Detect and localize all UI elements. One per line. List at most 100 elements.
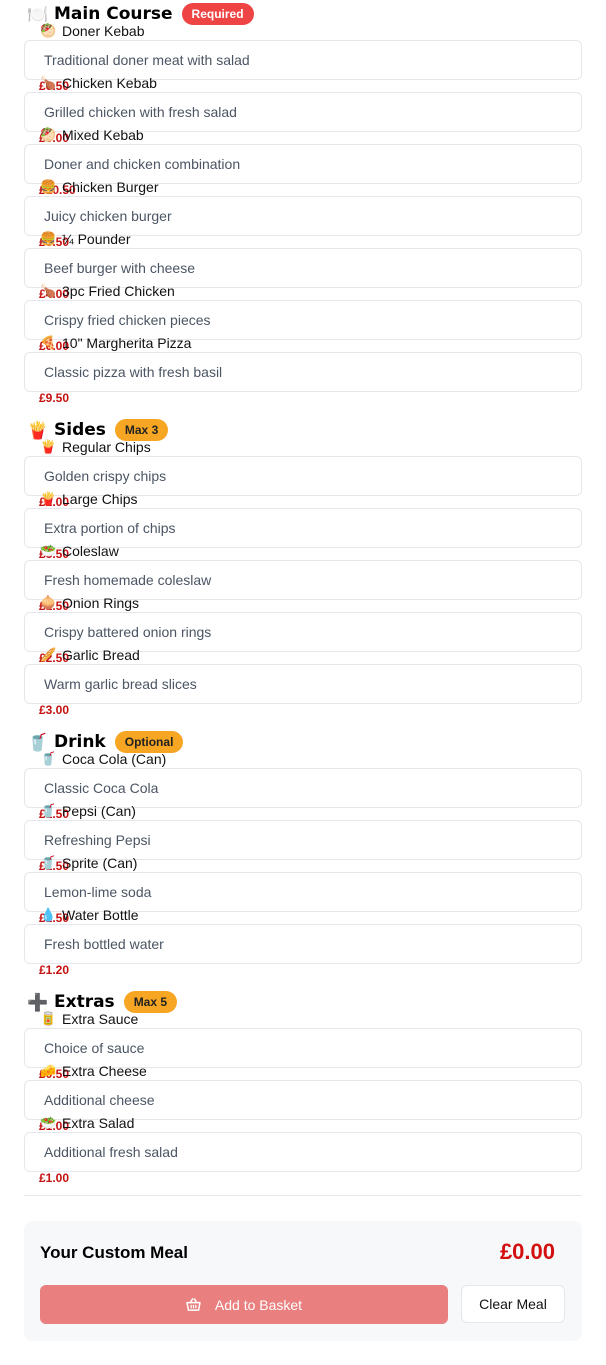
menu-item-description: Warm garlic bread slices xyxy=(44,676,197,692)
menu-item-card[interactable]: Lemon-lime soda xyxy=(24,872,582,912)
menu-item-name: Coleslaw xyxy=(62,543,119,559)
menu-item-icon: 🥙 xyxy=(40,127,57,142)
menu-item-card[interactable]: Juicy chicken burger xyxy=(24,196,582,236)
menu-item-name: Extra Sauce xyxy=(62,1011,139,1027)
menu-item-name: Doner Kebab xyxy=(62,23,145,39)
menu-item-name: Large Chips xyxy=(62,491,138,507)
section-title: Sides xyxy=(54,420,106,440)
menu-item-card[interactable]: Refreshing Pepsi xyxy=(24,820,582,860)
menu-item-icon: 🥤 xyxy=(40,751,57,766)
menu-item-card[interactable]: Classic Coca Cola xyxy=(24,768,582,808)
menu-item-icon: 🥫 xyxy=(40,1011,57,1026)
cup-icon: 🥤 xyxy=(27,732,49,752)
menu-item-description: Golden crispy chips xyxy=(44,468,167,484)
clear-meal-button[interactable]: Clear Meal xyxy=(461,1285,565,1323)
menu-item-price: £3.00 xyxy=(39,703,70,717)
menu-item-icon: 🥤 xyxy=(40,855,57,870)
menu-item-name: Chicken Kebab xyxy=(62,75,157,91)
menu-item-description: Additional cheese xyxy=(44,1092,155,1108)
menu-item-card[interactable]: Golden crispy chips xyxy=(24,456,582,496)
menu-item-card[interactable]: Beef burger with cheese xyxy=(24,248,582,288)
menu-item-card[interactable]: Fresh bottled water xyxy=(24,924,582,964)
menu-item-name: Mixed Kebab xyxy=(62,127,144,143)
menu-item-card[interactable]: Additional fresh salad xyxy=(24,1132,582,1172)
menu-item-water-bottle[interactable]: Fresh bottled water £1.20 💧 Water Bottle xyxy=(24,907,582,977)
menu-item-price: £9.50 xyxy=(39,391,70,405)
menu-item-card[interactable]: Choice of sauce xyxy=(24,1028,582,1068)
menu-item-garlic-bread[interactable]: Warm garlic bread slices £3.00 🥖 Garlic Bre… xyxy=(24,647,582,717)
menu-item-description: Classic Coca Cola xyxy=(44,780,159,796)
menu-item-card[interactable]: Doner and chicken combination xyxy=(24,144,582,184)
menu-item-icon: 🧅 xyxy=(40,595,57,610)
menu-item-name: ¼ Pounder xyxy=(62,231,131,247)
menu-item-extra-salad[interactable]: Additional fresh salad £1.00 🥗 Extra Salad xyxy=(24,1115,582,1185)
plate-icon: 🍽️ xyxy=(27,4,49,24)
menu-item-description: Classic pizza with fresh basil xyxy=(44,364,223,380)
section-badge: Max 3 xyxy=(114,419,169,441)
meal-summary: Your Custom Meal £0.00 Add to Basket Cle… xyxy=(24,1221,582,1341)
section-badge: Required xyxy=(181,3,254,25)
menu-item-description: Crispy battered onion rings xyxy=(44,624,212,640)
menu-item-icon: 💧 xyxy=(40,907,57,922)
menu-item-card[interactable]: Extra portion of chips xyxy=(24,508,582,548)
menu-item-description: Additional fresh salad xyxy=(44,1144,178,1160)
section-badge: Max 5 xyxy=(123,991,178,1013)
menu-item-card[interactable]: Grilled chicken with fresh salad xyxy=(24,92,582,132)
section-title: Drink xyxy=(54,732,106,752)
menu-item-description: Refreshing Pepsi xyxy=(44,832,151,848)
menu-item-name: Regular Chips xyxy=(62,439,151,455)
menu-item-description: Fresh bottled water xyxy=(44,936,164,952)
menu-item-10-margherita-pizza[interactable]: Classic pizza with fresh basil £9.50 🍕 10" … xyxy=(24,335,582,405)
menu-item-description: Choice of sauce xyxy=(44,1040,145,1056)
menu-item-icon: 🥗 xyxy=(40,543,57,558)
menu-item-icon: 🥤 xyxy=(40,803,57,818)
menu-item-icon: 🥖 xyxy=(40,647,57,662)
menu-item-icon: 🍗 xyxy=(40,283,57,298)
menu-item-icon: 🥙 xyxy=(40,23,57,38)
menu-item-icon: 🍗 xyxy=(40,75,57,90)
add-to-basket-label: Add to Basket xyxy=(214,1296,303,1313)
menu-item-name: Garlic Bread xyxy=(62,647,140,663)
summary-total: £0.00 xyxy=(499,1239,555,1264)
menu-item-icon: 🥗 xyxy=(40,1115,57,1130)
menu-item-card[interactable]: Classic pizza with fresh basil xyxy=(24,352,582,392)
menu-item-description: Fresh homemade coleslaw xyxy=(44,572,212,588)
menu-item-name: Extra Salad xyxy=(62,1115,135,1131)
menu-item-description: Grilled chicken with fresh salad xyxy=(44,104,237,120)
menu-item-card[interactable]: Warm garlic bread slices xyxy=(24,664,582,704)
section-title: Extras xyxy=(54,992,115,1012)
menu-item-name: Onion Rings xyxy=(62,595,140,611)
menu-item-price: £1.00 xyxy=(39,1171,70,1185)
divider xyxy=(24,1195,582,1196)
summary-title: Your Custom Meal xyxy=(40,1243,188,1262)
menu-item-icon: 🍔 xyxy=(40,231,57,246)
menu-item-card[interactable]: Fresh homemade coleslaw xyxy=(24,560,582,600)
menu-item-icon: 🍟 xyxy=(40,491,57,506)
menu-item-description: Beef burger with cheese xyxy=(44,260,195,276)
menu-item-description: Traditional doner meat with salad xyxy=(44,52,250,68)
section-title: Main Course xyxy=(54,4,173,24)
menu-item-price: £1.20 xyxy=(39,963,70,977)
basket-icon xyxy=(186,1298,201,1311)
menu-item-card[interactable]: Traditional doner meat with salad xyxy=(24,40,582,80)
menu-item-description: Doner and chicken combination xyxy=(44,156,241,172)
menu-item-icon: 🍕 xyxy=(40,335,57,350)
menu-item-description: Crispy fried chicken pieces xyxy=(44,312,211,328)
menu-item-card[interactable]: Crispy battered onion rings xyxy=(24,612,582,652)
menu-item-name: Pepsi (Can) xyxy=(62,803,136,819)
menu-item-name: Water Bottle xyxy=(62,907,139,923)
menu-item-name: Extra Cheese xyxy=(62,1063,147,1079)
add-to-basket-button[interactable]: Add to Basket xyxy=(40,1285,448,1324)
menu-item-name: 10" Margherita Pizza xyxy=(62,335,192,351)
menu-item-icon: 🍔 xyxy=(40,179,57,194)
plus-icon: ➕ xyxy=(27,992,49,1012)
menu-item-card[interactable]: Crispy fried chicken pieces xyxy=(24,300,582,340)
menu-item-description: Juicy chicken burger xyxy=(44,208,172,224)
section-badge: Optional xyxy=(114,731,184,753)
menu-item-name: Coca Cola (Can) xyxy=(62,751,167,767)
fries-icon: 🍟 xyxy=(27,420,49,440)
menu-item-icon: 🧀 xyxy=(40,1063,57,1078)
menu-item-description: Lemon-lime soda xyxy=(44,884,152,900)
menu-item-name: Chicken Burger xyxy=(62,179,159,195)
menu-item-card[interactable]: Additional cheese xyxy=(24,1080,582,1120)
